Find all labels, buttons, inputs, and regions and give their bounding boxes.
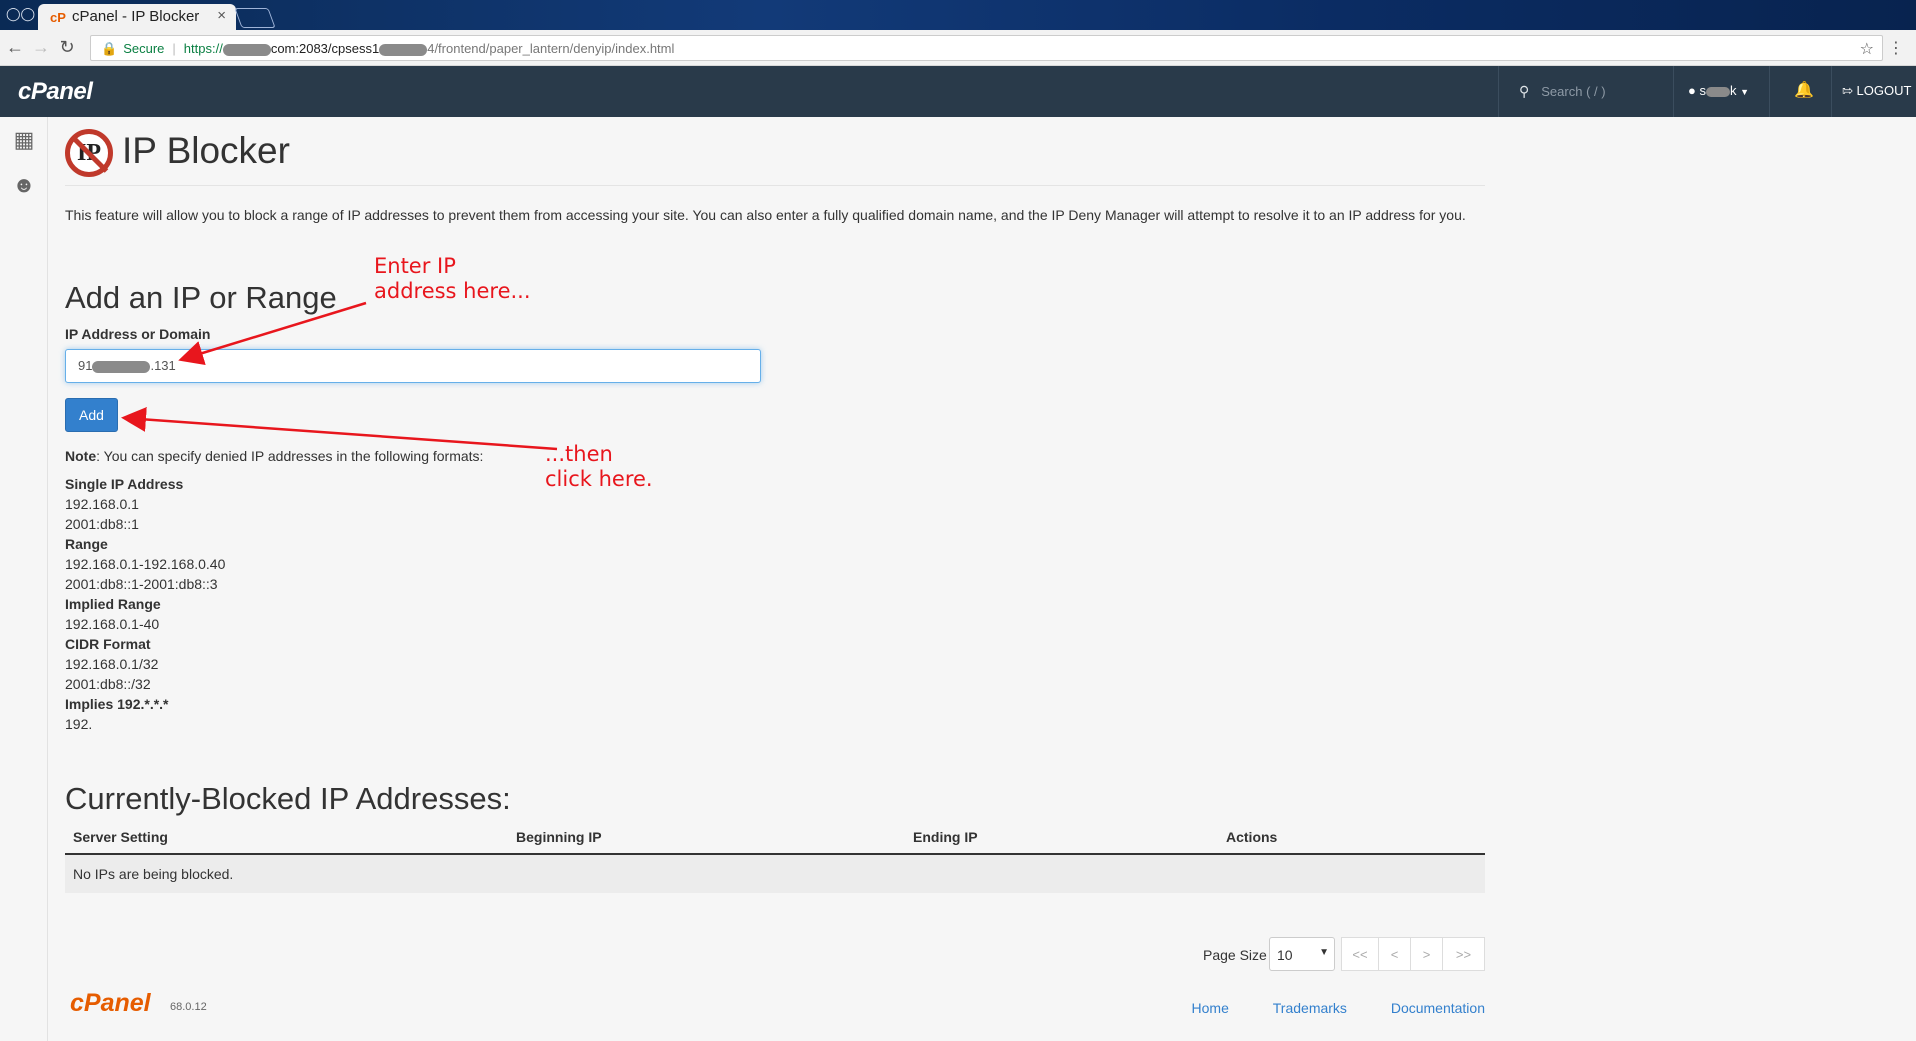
annotation-arrows xyxy=(121,301,558,451)
arrow-to-add-button xyxy=(121,406,558,451)
arrow-to-input xyxy=(178,301,367,366)
